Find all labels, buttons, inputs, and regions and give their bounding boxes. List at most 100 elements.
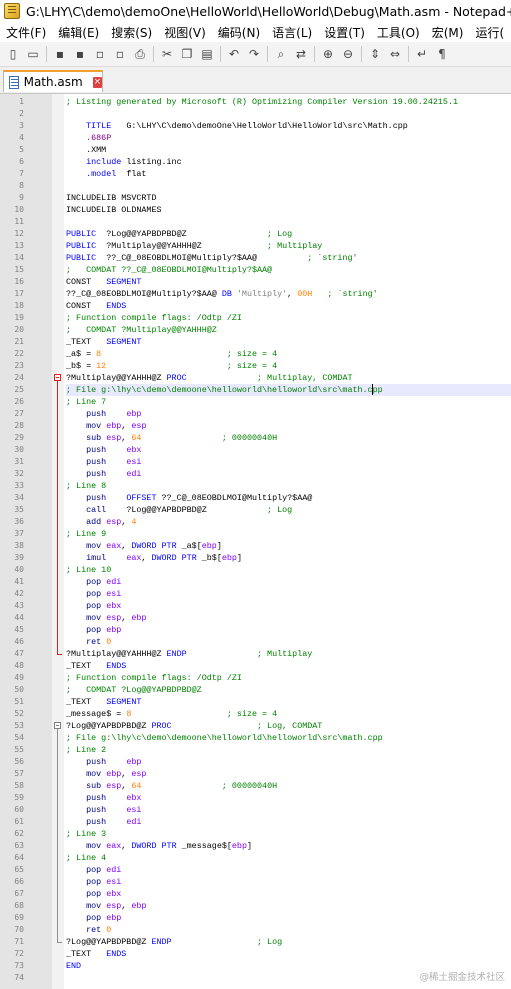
code-line[interactable]: 27 push ebp xyxy=(0,408,511,420)
replace-icon[interactable]: ⇄ xyxy=(292,45,310,63)
code-line[interactable]: 43 pop ebx xyxy=(0,600,511,612)
code-line[interactable]: 70 ret 0 xyxy=(0,924,511,936)
code-line[interactable]: 30 push ebx xyxy=(0,444,511,456)
code-line[interactable]: 31 push esi xyxy=(0,456,511,468)
code-line[interactable]: 3 TITLE G:\LHY\C\demo\demoOne\HelloWorld… xyxy=(0,120,511,132)
menu-item-9[interactable]: 运行( xyxy=(469,24,510,41)
code-line[interactable]: 61 push edi xyxy=(0,816,511,828)
code-line[interactable]: 4 .686P xyxy=(0,132,511,144)
zoom-in-icon[interactable]: ⊕ xyxy=(319,45,337,63)
menu-item-6[interactable]: 设置(T) xyxy=(318,24,371,41)
save-icon[interactable]: ▪ xyxy=(51,45,69,63)
code-line[interactable]: 9 INCLUDELIB MSVCRTD xyxy=(0,192,511,204)
code-line[interactable]: 25 ; File g:\lhy\c\demo\demoone\helloworl… xyxy=(0,384,511,396)
code-line[interactable]: 57 mov ebp, esp xyxy=(0,768,511,780)
code-line[interactable]: 24 ?Multiplay@@YAHHH@Z PROC ; Multiplay, … xyxy=(0,372,511,384)
code-line[interactable]: 40 ; Line 10 xyxy=(0,564,511,576)
code-line[interactable]: 23 _b$ = 12 ; size = 4 xyxy=(0,360,511,372)
code-line[interactable]: 59 push ebx xyxy=(0,792,511,804)
code-line[interactable]: 53 ?Log@@YAPBDPBD@Z PROC ; Log, COMDAT xyxy=(0,720,511,732)
close-tab-icon[interactable]: × xyxy=(92,76,102,88)
code-line[interactable]: 36 add esp, 4 xyxy=(0,516,511,528)
code-line[interactable]: 63 mov eax, DWORD PTR _message$[ebp] xyxy=(0,840,511,852)
code-line[interactable]: 68 mov esp, ebp xyxy=(0,900,511,912)
code-line[interactable]: 19 ; Function compile flags: /Odtp /ZI xyxy=(0,312,511,324)
sync-v-icon[interactable]: ⇕ xyxy=(366,45,384,63)
code-line[interactable]: 54 ; File g:\lhy\c\demo\demoone\helloworl… xyxy=(0,732,511,744)
open-file-icon[interactable]: ▭ xyxy=(24,45,42,63)
code-line[interactable]: 72 _TEXT ENDS xyxy=(0,948,511,960)
code-line[interactable]: 29 sub esp, 64 ; 00000040H xyxy=(0,432,511,444)
cut-icon[interactable]: ✂ xyxy=(158,45,176,63)
code-line[interactable]: 42 pop esi xyxy=(0,588,511,600)
find-icon[interactable]: ⌕ xyxy=(272,45,290,63)
undo-icon[interactable]: ↶ xyxy=(225,45,243,63)
code-line[interactable]: 26 ; Line 7 xyxy=(0,396,511,408)
menu-item-3[interactable]: 视图(V) xyxy=(158,24,212,41)
menu-item-2[interactable]: 搜索(S) xyxy=(105,24,158,41)
menu-item-4[interactable]: 编码(N) xyxy=(212,24,266,41)
code-line[interactable]: 44 mov esp, ebp xyxy=(0,612,511,624)
code-line[interactable]: 7 .model flat xyxy=(0,168,511,180)
code-line[interactable]: 67 pop ebx xyxy=(0,888,511,900)
code-line[interactable]: 34 push OFFSET ??_C@_08EOBDLMOI@Multiply… xyxy=(0,492,511,504)
code-line[interactable]: 65 pop edi xyxy=(0,864,511,876)
code-line[interactable]: 16 CONST SEGMENT xyxy=(0,276,511,288)
menu-item-5[interactable]: 语言(L) xyxy=(266,24,318,41)
code-line[interactable]: 55 ; Line 2 xyxy=(0,744,511,756)
code-line[interactable]: 37 ; Line 9 xyxy=(0,528,511,540)
code-line[interactable]: 47 ?Multiplay@@YAHHH@Z ENDP ; Multiplay xyxy=(0,648,511,660)
code-line[interactable]: 33 ; Line 8 xyxy=(0,480,511,492)
menu-item-7[interactable]: 工具(O) xyxy=(371,24,426,41)
code-line[interactable]: 11 xyxy=(0,216,511,228)
code-line[interactable]: 56 push ebp xyxy=(0,756,511,768)
code-line[interactable]: 28 mov ebp, esp xyxy=(0,420,511,432)
code-line[interactable]: 10 INCLUDELIB OLDNAMES xyxy=(0,204,511,216)
menu-item-0[interactable]: 文件(F) xyxy=(0,24,52,41)
copy-icon[interactable]: ❐ xyxy=(178,45,196,63)
code-line[interactable]: 8 xyxy=(0,180,511,192)
code-line[interactable]: 1 ; Listing generated by Microsoft (R) Op… xyxy=(0,96,511,108)
paste-icon[interactable]: ▤ xyxy=(198,45,216,63)
redo-icon[interactable]: ↷ xyxy=(245,45,263,63)
code-line[interactable]: 52 _message$ = 8 ; size = 4 xyxy=(0,708,511,720)
code-line[interactable]: 14 PUBLIC ??_C@_08EOBDLMOI@Multiply?$AA@ … xyxy=(0,252,511,264)
menu-item-8[interactable]: 宏(M) xyxy=(426,24,470,41)
code-line[interactable]: 12 PUBLIC ?Log@@YAPBDPBD@Z ; Log xyxy=(0,228,511,240)
code-line[interactable]: 69 pop ebp xyxy=(0,912,511,924)
code-line[interactable]: 15 ; COMDAT ??_C@_08EOBDLMOI@Multiply?$AA… xyxy=(0,264,511,276)
editor[interactable]: 1 ; Listing generated by Microsoft (R) Op… xyxy=(0,94,511,989)
code-line[interactable]: 51 _TEXT SEGMENT xyxy=(0,696,511,708)
code-line[interactable]: 62 ; Line 3 xyxy=(0,828,511,840)
close-icon[interactable]: ▫ xyxy=(91,45,109,63)
code-line[interactable]: 45 pop ebp xyxy=(0,624,511,636)
show-all-icon[interactable]: ¶ xyxy=(433,45,451,63)
code-line[interactable]: 18 CONST ENDS xyxy=(0,300,511,312)
code-line[interactable]: 13 PUBLIC ?Multiplay@@YAHHH@Z ; Multiplay xyxy=(0,240,511,252)
code-line[interactable]: 20 ; COMDAT ?Multiplay@@YAHHH@Z xyxy=(0,324,511,336)
code-line[interactable]: 35 call ?Log@@YAPBDPBD@Z ; Log xyxy=(0,504,511,516)
menu-item-1[interactable]: 编辑(E) xyxy=(52,24,105,41)
code-line[interactable]: 58 sub esp, 64 ; 00000040H xyxy=(0,780,511,792)
code-line[interactable]: 38 mov eax, DWORD PTR _a$[ebp] xyxy=(0,540,511,552)
code-line[interactable]: 48 _TEXT ENDS xyxy=(0,660,511,672)
close-all-icon[interactable]: ▫ xyxy=(111,45,129,63)
sync-h-icon[interactable]: ⇔ xyxy=(386,45,404,63)
code-line[interactable]: 50 ; COMDAT ?Log@@YAPBDPBD@Z xyxy=(0,684,511,696)
code-line[interactable]: 5 .XMM xyxy=(0,144,511,156)
code-line[interactable]: 22 _a$ = 8 ; size = 4 xyxy=(0,348,511,360)
new-file-icon[interactable]: ▯ xyxy=(4,45,22,63)
code-line[interactable]: 32 push edi xyxy=(0,468,511,480)
code-line[interactable]: 46 ret 0 xyxy=(0,636,511,648)
code-line[interactable]: 49 ; Function compile flags: /Odtp /ZI xyxy=(0,672,511,684)
wrap-icon[interactable]: ↵ xyxy=(413,45,431,63)
tab-math-asm[interactable]: Math.asm × xyxy=(3,70,103,92)
code-line[interactable]: 39 imul eax, DWORD PTR _b$[ebp] xyxy=(0,552,511,564)
fold-toggle-icon[interactable] xyxy=(54,374,61,381)
print-icon[interactable]: ⎙ xyxy=(131,45,149,63)
code-line[interactable]: 71 ?Log@@YAPBDPBD@Z ENDP ; Log xyxy=(0,936,511,948)
code-line[interactable]: 64 ; Line 4 xyxy=(0,852,511,864)
code-line[interactable]: 2 xyxy=(0,108,511,120)
zoom-out-icon[interactable]: ⊖ xyxy=(339,45,357,63)
code-line[interactable]: 17 ??_C@_08EOBDLMOI@Multiply?$AA@ DB 'Mul… xyxy=(0,288,511,300)
